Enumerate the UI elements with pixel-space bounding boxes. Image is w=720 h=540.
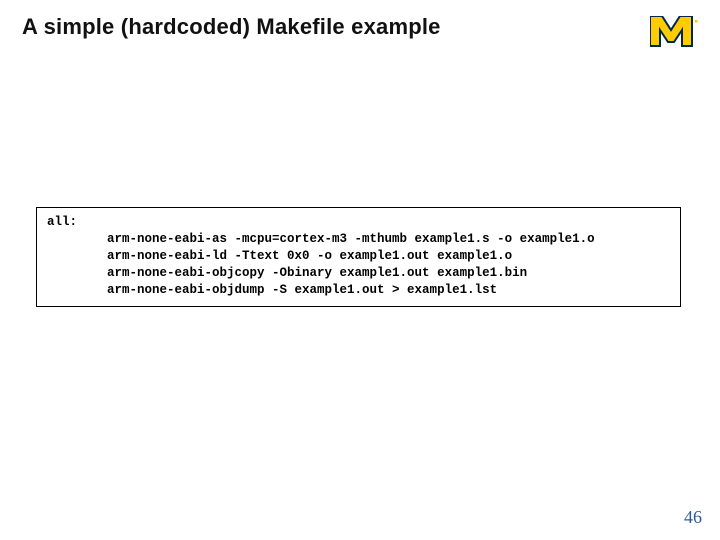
slide-header: A simple (hardcoded) Makefile example <box>0 0 720 53</box>
page-number: 46 <box>684 507 702 528</box>
michigan-logo-icon <box>650 16 698 53</box>
slide-title: A simple (hardcoded) Makefile example <box>22 14 441 40</box>
slide: A simple (hardcoded) Makefile example al… <box>0 0 720 540</box>
makefile-code: all: arm-none-eabi-as -mcpu=cortex-m3 -m… <box>47 214 670 298</box>
makefile-code-box: all: arm-none-eabi-as -mcpu=cortex-m3 -m… <box>36 207 681 307</box>
